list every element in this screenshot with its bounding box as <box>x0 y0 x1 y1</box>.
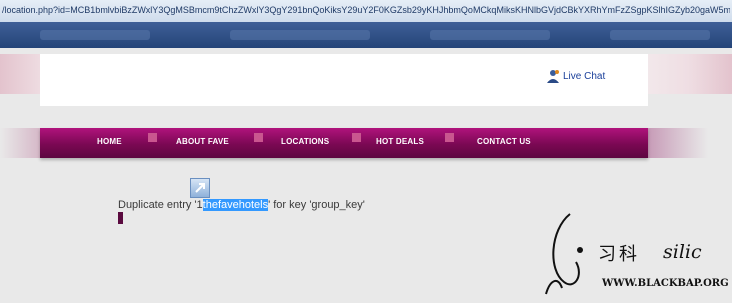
error-message: Duplicate entry '1thefavehotels' for key… <box>118 199 365 211</box>
watermark-en: silic <box>663 241 702 263</box>
main-navigation: HOME ABOUT FAVE LOCATIONS HOT DEALS CONT… <box>40 128 648 158</box>
live-chat-label[interactable]: Live Chat <box>563 71 605 82</box>
live-chat-link[interactable]: Live Chat <box>546 68 605 84</box>
nav-separator-icon <box>352 133 361 142</box>
error-prefix: Duplicate entry '1 <box>118 199 203 211</box>
nav-item-home[interactable]: HOME <box>97 137 122 146</box>
error-suffix: ' for key 'group_key' <box>268 199 365 211</box>
nav-item-locations[interactable]: LOCATIONS <box>281 137 329 146</box>
person-icon <box>546 69 560 83</box>
nav-shadow <box>0 128 40 158</box>
blurred-tab <box>610 30 710 40</box>
text-cursor-block <box>118 212 123 224</box>
blurred-tab <box>230 30 370 40</box>
watermark: 习科 silic WWW.BLACKBAP.ORG <box>540 210 730 298</box>
address-url[interactable]: /location.php?id=MCB1bmlvbiBzZWxlY3QgMSB… <box>2 5 730 19</box>
nav-shadow <box>648 128 708 158</box>
broken-image-icon <box>190 178 210 198</box>
address-bar[interactable]: /location.php?id=MCB1bmlvbiBzZWxlY3QgMSB… <box>0 0 732 23</box>
watermark-site: WWW.BLACKBAP.ORG <box>602 278 729 289</box>
nav-item-contact-us[interactable]: CONTACT US <box>477 137 531 146</box>
blurred-tab <box>40 30 150 40</box>
nav-separator-icon <box>148 133 157 142</box>
nav-item-hot-deals[interactable]: HOT DEALS <box>376 137 424 146</box>
browser-tabstrip <box>0 22 732 48</box>
nav-separator-icon <box>254 133 263 142</box>
nav-item-about-fave[interactable]: ABOUT FAVE <box>176 137 229 146</box>
silic-logo-icon <box>545 213 583 295</box>
error-highlight[interactable]: thefavehotels <box>202 199 269 211</box>
nav-separator-icon <box>445 133 454 142</box>
watermark-cn: 习科 <box>598 244 640 265</box>
blurred-tab <box>430 30 550 40</box>
